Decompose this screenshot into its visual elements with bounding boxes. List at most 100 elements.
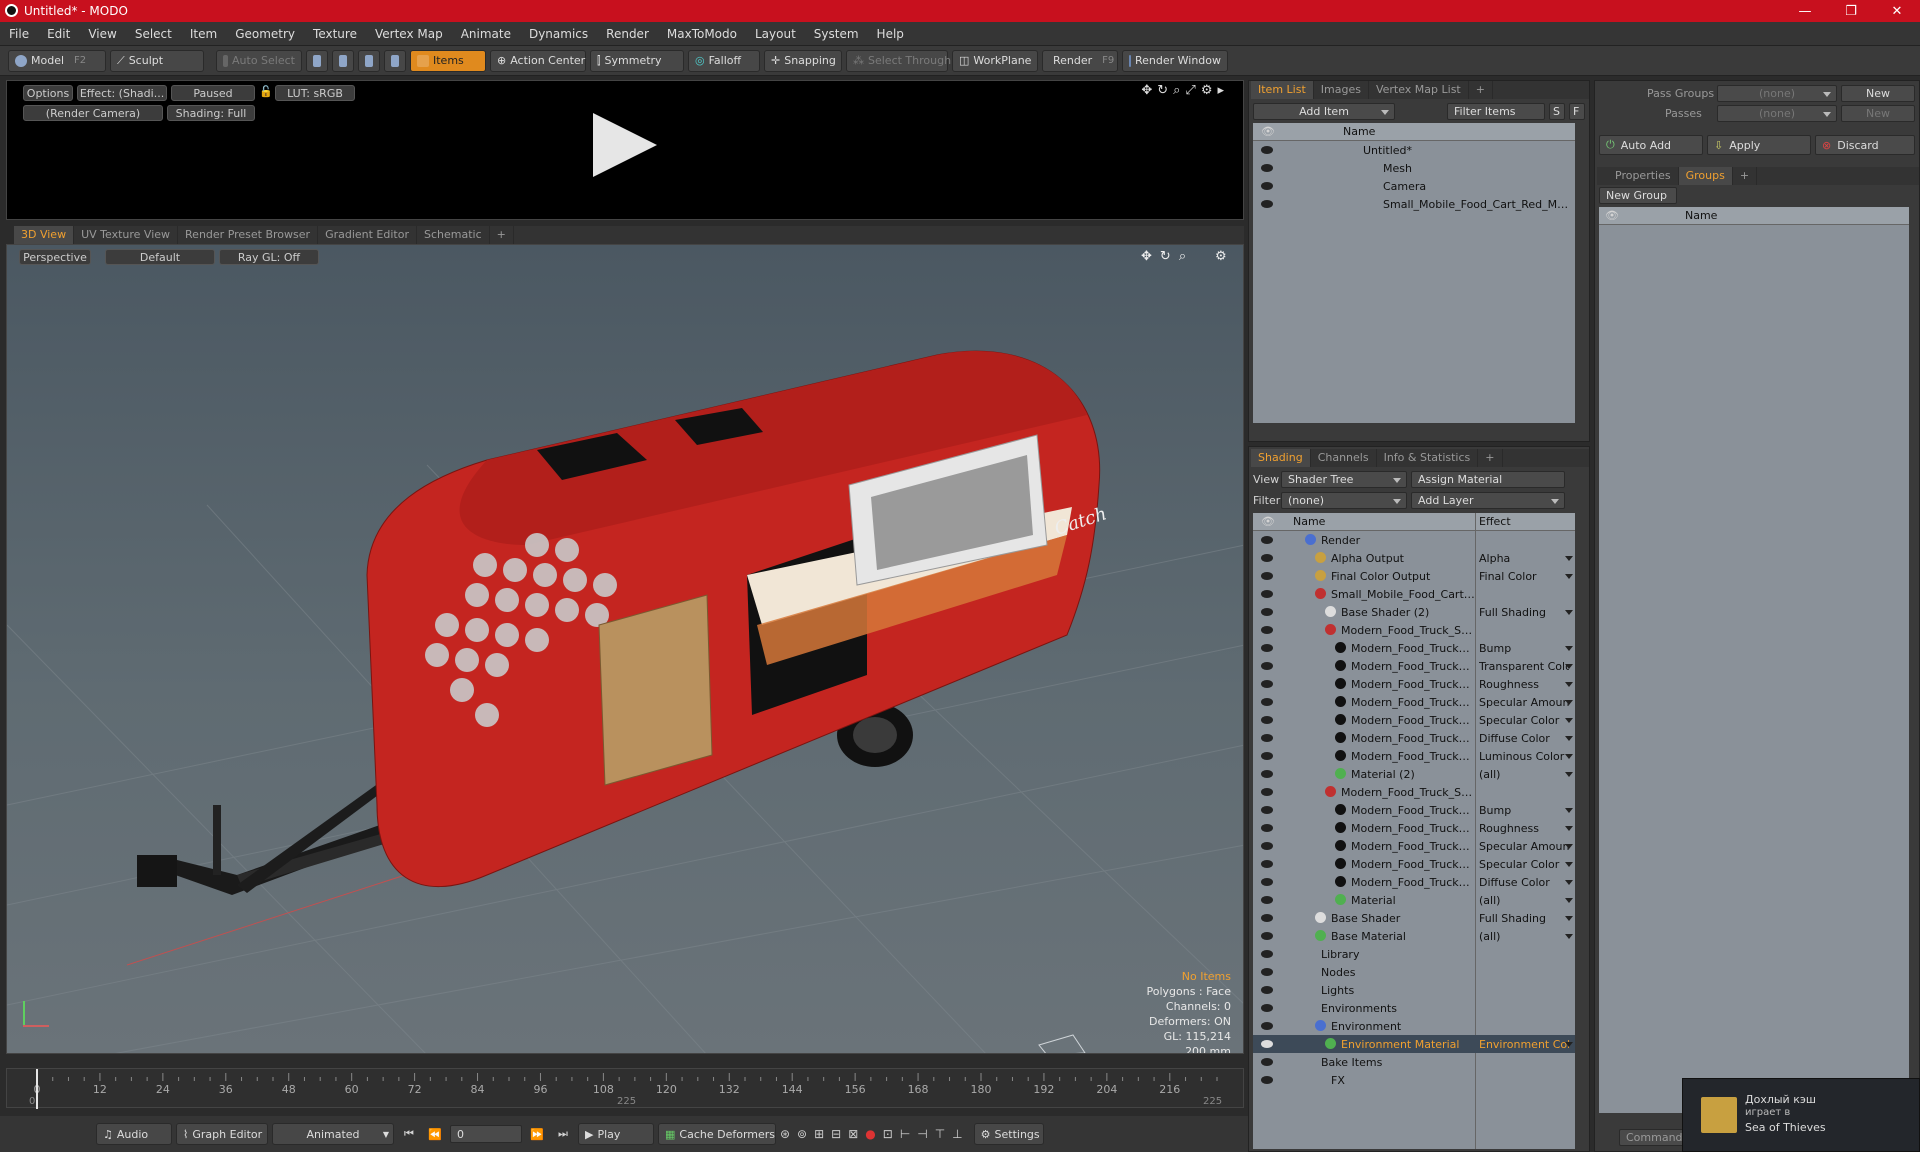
menu-help[interactable]: Help	[868, 27, 913, 41]
item-list-row[interactable]: Camera	[1253, 177, 1575, 195]
shader-filter-dropdown[interactable]: (none)	[1281, 492, 1407, 509]
eye-icon[interactable]	[1261, 626, 1273, 634]
edge-mode-button[interactable]	[332, 49, 354, 72]
row-effect-label[interactable]: (all)	[1479, 768, 1569, 781]
preview-camera-dropdown[interactable]: (Render Camera)	[23, 105, 163, 121]
shader-view-dropdown[interactable]: Shader Tree	[1281, 471, 1407, 488]
preview-shading-dropdown[interactable]: Shading: Full	[167, 105, 255, 121]
shader-tree-row[interactable]: Material (all)	[1253, 891, 1575, 909]
chevron-down-icon[interactable]	[1565, 736, 1573, 741]
chevron-down-icon[interactable]	[1565, 646, 1573, 651]
eye-icon[interactable]	[1261, 1040, 1273, 1048]
menu-render[interactable]: Render	[597, 27, 658, 41]
row-effect-label[interactable]: Roughness	[1479, 822, 1569, 835]
new-pass-button[interactable]: New	[1841, 105, 1915, 122]
eye-icon[interactable]	[1261, 824, 1273, 832]
eye-icon[interactable]	[1261, 932, 1273, 940]
auto-add-button[interactable]: ⏻ Auto Add	[1599, 135, 1703, 155]
chevron-down-icon[interactable]	[1565, 916, 1573, 921]
fit-icon[interactable]: ⤢	[1185, 83, 1200, 98]
shader-tree-row[interactable]: Modern_Food_Truck_Sm...	[1253, 621, 1575, 639]
lock-icon[interactable]: 🔓	[259, 85, 273, 98]
audio-button[interactable]: ♫ Audio	[96, 1123, 172, 1145]
eye-icon[interactable]	[1261, 788, 1273, 796]
model-button[interactable]: Model F2	[8, 49, 106, 72]
eye-icon[interactable]	[1261, 860, 1273, 868]
chevron-down-icon[interactable]	[1565, 556, 1573, 561]
shader-tree-row[interactable]: Base Shader (2) Full Shading	[1253, 603, 1575, 621]
eye-icon[interactable]	[1261, 716, 1273, 724]
tab-schematic[interactable]: Schematic	[417, 226, 490, 244]
snapping-button[interactable]: ✛ Snapping	[764, 49, 842, 72]
chevron-down-icon[interactable]	[1565, 754, 1573, 759]
preview-paused-button[interactable]: Paused	[171, 85, 255, 101]
prev-frame-icon[interactable]: ⏪	[424, 1128, 446, 1141]
eye-icon[interactable]	[1261, 878, 1273, 886]
last-frame-icon[interactable]: ⏭	[552, 1127, 574, 1141]
shader-tree-row[interactable]: Environment Material Environment Color	[1253, 1035, 1575, 1053]
next-frame-icon[interactable]: ⏩	[526, 1128, 548, 1141]
chevron-down-icon[interactable]	[1565, 898, 1573, 903]
add-layer-dropdown[interactable]: Add Layer	[1411, 492, 1565, 509]
vertex-mode-button[interactable]	[306, 49, 328, 72]
chevron-down-icon[interactable]	[1565, 862, 1573, 867]
filter-s-button[interactable]: S	[1549, 103, 1565, 120]
row-effect-label[interactable]: Bump	[1479, 804, 1569, 817]
new-group-button[interactable]: New Group	[1599, 187, 1677, 204]
sculpt-button[interactable]: ⟋ Sculpt	[110, 49, 204, 72]
shader-tree-row[interactable]: Render	[1253, 531, 1575, 549]
eye-icon[interactable]	[1261, 770, 1273, 778]
item-list-row[interactable]: Untitled*	[1253, 141, 1575, 159]
menu-view[interactable]: View	[79, 27, 125, 41]
eye-icon[interactable]	[1261, 896, 1273, 904]
eye-icon[interactable]	[1261, 182, 1273, 190]
chevron-down-icon[interactable]	[1565, 610, 1573, 615]
row-effect-label[interactable]: Diffuse Color	[1479, 876, 1569, 889]
eye-icon[interactable]	[1261, 950, 1273, 958]
shader-tree-row[interactable]: Modern_Food_Truck_ ... Luminous Color	[1253, 747, 1575, 765]
play-button[interactable]: ▶ Play	[578, 1123, 654, 1145]
shader-tree-row[interactable]: Modern_Food_Truck_ ... Transparent Color	[1253, 657, 1575, 675]
menu-maxtomodo[interactable]: MaxToModo	[658, 27, 746, 41]
tab-info-statistics[interactable]: Info & Statistics	[1377, 449, 1479, 467]
tab-3d-view[interactable]: 3D View	[14, 226, 75, 244]
row-effect-label[interactable]: Diffuse Color	[1479, 732, 1569, 745]
shader-tree-row[interactable]: Modern_Food_Truck_ ... Specular Amount	[1253, 837, 1575, 855]
shader-tree-row[interactable]: Modern_Food_Truck_ ... Roughness	[1253, 675, 1575, 693]
tab-render-preset-browser[interactable]: Render Preset Browser	[178, 226, 319, 244]
first-frame-icon[interactable]: ⏮	[398, 1127, 420, 1141]
chevron-down-icon[interactable]	[1565, 664, 1573, 669]
eye-icon[interactable]	[1261, 914, 1273, 922]
workplane-button[interactable]: ◫ WorkPlane	[952, 49, 1038, 72]
tab-add[interactable]: +	[1469, 81, 1493, 99]
menu-select[interactable]: Select	[126, 27, 181, 41]
render-preview[interactable]: Options Effect: (Shadi... Paused 🔓 LUT: …	[6, 80, 1244, 220]
shader-tree-row[interactable]: Modern_Food_Truck_ ... Bump	[1253, 639, 1575, 657]
preview-effect-dropdown[interactable]: Effect: (Shadi...	[77, 85, 167, 101]
tab-add[interactable]: +	[1478, 449, 1503, 467]
shader-tree-row[interactable]: Small_Mobile_Food_Cart_ ...	[1253, 585, 1575, 603]
symmetry-button[interactable]: ⫿ Symmetry	[590, 49, 684, 72]
tab-shading[interactable]: Shading	[1251, 449, 1311, 467]
new-pass-group-button[interactable]: New	[1841, 85, 1915, 102]
tab-channels[interactable]: Channels	[1311, 449, 1377, 467]
select-through-button[interactable]: ⁂ Select Through	[846, 49, 951, 72]
shader-tree-row[interactable]: Modern_Food_Truck_ ... Bump	[1253, 801, 1575, 819]
shader-tree-row[interactable]: Nodes	[1253, 963, 1575, 981]
eye-icon[interactable]	[1261, 1058, 1273, 1066]
material-mode-button[interactable]	[384, 49, 406, 72]
action-center-button[interactable]: ⊕ Action Center	[490, 49, 586, 72]
timeline[interactable]: 0 12 24 36 48 60 72 84 96 108 120 132 144 156 168 180 19…	[6, 1068, 1244, 1109]
menu-dynamics[interactable]: Dynamics	[520, 27, 597, 41]
menu-vertex-map[interactable]: Vertex Map	[366, 27, 452, 41]
chevron-down-icon[interactable]	[1565, 844, 1573, 849]
animated-dropdown[interactable]: Animated ▼	[272, 1123, 394, 1145]
tab-groups[interactable]: Groups	[1678, 167, 1733, 185]
item-list-row[interactable]: Small_Mobile_Food_Cart_Red_Mocku ...	[1253, 195, 1575, 213]
chevron-down-icon[interactable]	[1565, 574, 1573, 579]
shader-tree-row[interactable]: Alpha Output Alpha	[1253, 549, 1575, 567]
row-effect-label[interactable]: Environment Color	[1479, 1038, 1569, 1051]
eye-icon[interactable]	[1261, 608, 1273, 616]
chevron-down-icon[interactable]	[1565, 772, 1573, 777]
row-effect-label[interactable]: Bump	[1479, 642, 1569, 655]
